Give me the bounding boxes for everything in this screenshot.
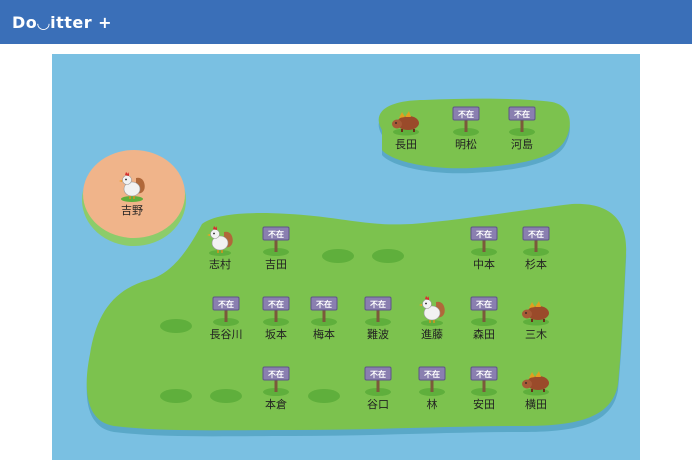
seat-name: 横田 [525,398,547,411]
office-map: 長田 不在 明松 不在 河島 吉野 志村 不在 吉田 不在 中本 不在 杉本 不在 長谷川 不在 坂本 不在 梅本不… [52,54,640,460]
svg-text:不在: 不在 [424,369,440,379]
away-sign-icon: 不在 [212,296,240,326]
boar-icon [522,371,549,396]
away-sign-icon: 不在 [508,106,536,136]
seat-name: 三木 [525,328,547,341]
mound-icon [160,319,192,333]
away-sign-icon: 不在 [262,296,290,326]
seat-name: 河島 [511,138,533,151]
away-sign-icon: 不在 [452,106,480,136]
mound-icon [160,389,192,403]
svg-text:不在: 不在 [476,299,492,309]
seat-name: 安田 [473,398,495,411]
seat-name: 明松 [455,138,477,151]
app-header: Do◡itter + [0,0,692,44]
mound-icon [372,249,404,263]
seat-name: 本倉 [265,398,287,411]
svg-text:不在: 不在 [528,229,544,239]
away-sign-icon: 不在 [470,226,498,256]
boar-icon [392,111,419,136]
seat-name: 吉田 [265,258,287,271]
svg-text:不在: 不在 [370,369,386,379]
rooster-icon [419,296,445,326]
seat-name: 梅本 [313,328,335,341]
away-sign-icon: 不在 [262,366,290,396]
svg-text:不在: 不在 [316,299,332,309]
away-sign-icon: 不在 [364,366,392,396]
away-sign-icon: 不在 [470,296,498,326]
away-sign-icon: 不在 [364,296,392,326]
seat-name: 森田 [473,328,495,341]
svg-text:不在: 不在 [268,229,284,239]
away-sign-icon: 不在 [418,366,446,396]
seat-name: 谷口 [367,398,389,411]
seat-name: 中本 [473,258,495,271]
svg-text:不在: 不在 [370,299,386,309]
mound-icon [210,389,242,403]
mound-icon [308,389,340,403]
seat-name: 林 [426,398,438,411]
svg-text:不在: 不在 [514,109,530,119]
seat-name: 吉野 [121,204,143,217]
seat-name: 志村 [209,258,231,271]
svg-text:不在: 不在 [476,229,492,239]
svg-text:不在: 不在 [268,369,284,379]
away-sign-icon: 不在 [310,296,338,326]
seat-name: 難波 [367,328,389,341]
seat-name: 杉本 [525,258,547,271]
seat-name: 進藤 [421,328,443,341]
app-logo[interactable]: Do◡itter + [12,13,112,32]
rooster-icon [207,226,233,256]
boar-icon [522,301,549,326]
svg-text:不在: 不在 [476,369,492,379]
svg-text:不在: 不在 [218,299,234,309]
mound-icon [322,249,354,263]
svg-text:不在: 不在 [268,299,284,309]
away-sign-icon: 不在 [262,226,290,256]
seat-name: 長田 [395,138,417,151]
rooster-icon [119,172,145,202]
away-sign-icon: 不在 [522,226,550,256]
away-sign-icon: 不在 [470,366,498,396]
svg-text:不在: 不在 [458,109,474,119]
